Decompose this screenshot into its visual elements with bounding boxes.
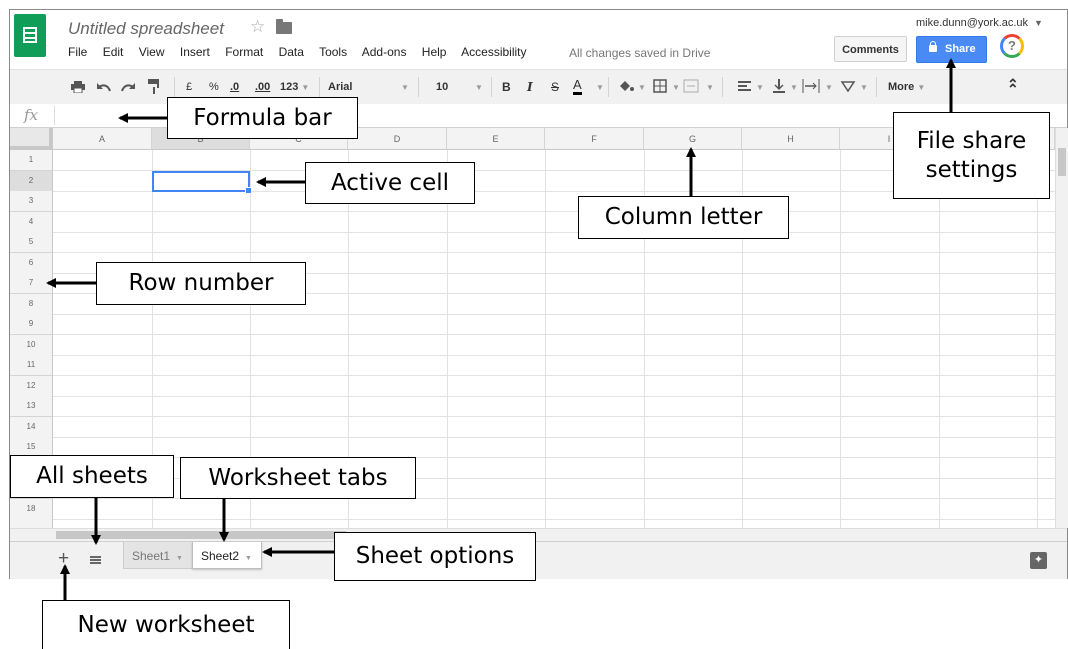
- callout-column-letter: Column letter: [578, 196, 789, 239]
- callout-all-sheets: All sheets: [10, 455, 174, 498]
- callout-worksheet-tabs: Worksheet tabs: [180, 457, 416, 499]
- callout-active-cell: Active cell: [305, 162, 475, 204]
- callout-file-share: File share settings: [893, 112, 1050, 199]
- callout-new-worksheet: New worksheet: [42, 600, 290, 649]
- callout-sheet-options: Sheet options: [334, 532, 536, 581]
- callout-file-share-line2: settings: [925, 156, 1018, 183]
- callout-file-share-line1: File share: [916, 127, 1027, 154]
- callout-row-number: Row number: [96, 262, 306, 305]
- callout-formula-bar: Formula bar: [167, 97, 358, 139]
